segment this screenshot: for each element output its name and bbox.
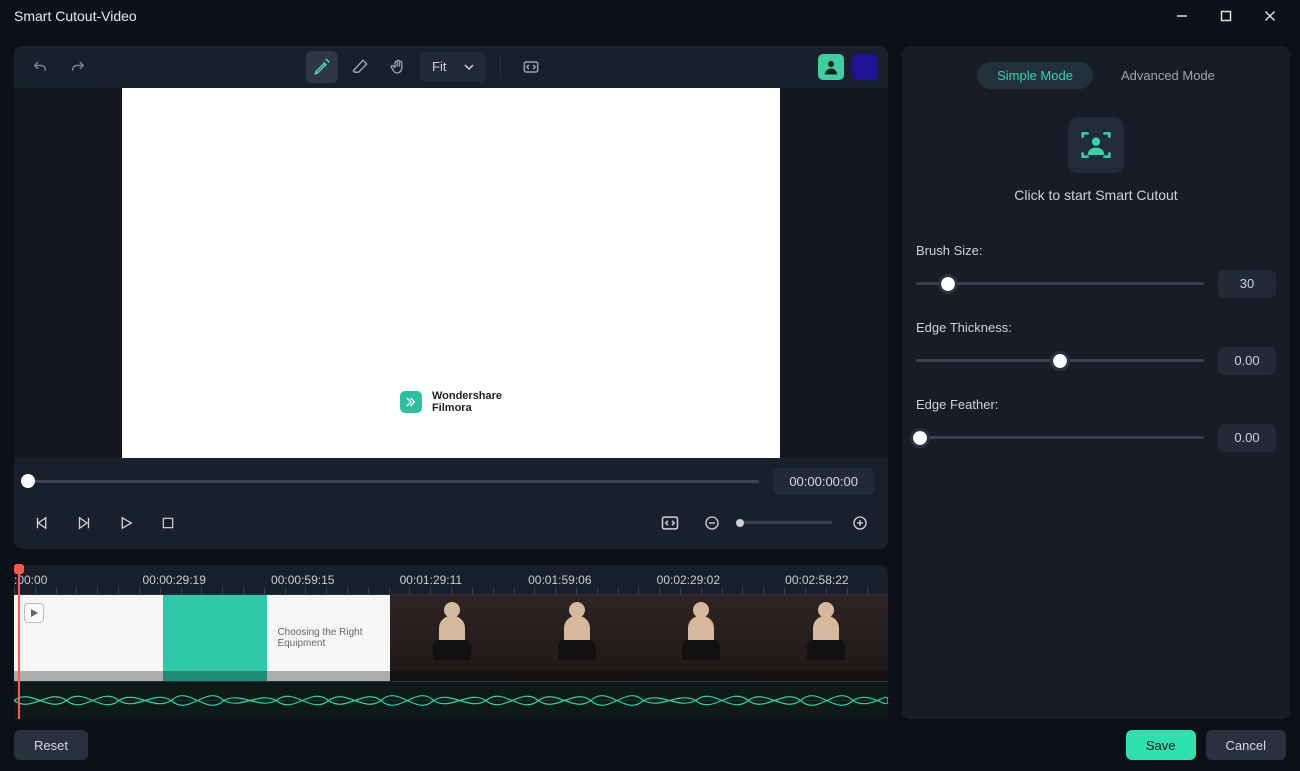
window-controls [1160, 1, 1292, 31]
maximize-button[interactable] [1204, 1, 1248, 31]
zoom-label: Fit [432, 59, 446, 74]
step-fwd-button[interactable] [70, 509, 98, 537]
foreground-swatch[interactable] [818, 54, 844, 80]
watermark: Wondershare Filmora [400, 390, 502, 414]
minimize-button[interactable] [1160, 1, 1204, 31]
title-bar: Smart Cutout-Video [0, 0, 1300, 32]
timeline-ruler[interactable]: :00:0000:00:29:1900:00:59:1500:01:29:110… [14, 565, 888, 595]
compare-button[interactable] [515, 51, 547, 83]
zoom-out-button[interactable] [698, 509, 726, 537]
clip-caption: Choosing the Right Equipment [277, 627, 389, 649]
preview-canvas: Wondershare Filmora [122, 88, 780, 458]
brush-size-group: Brush Size: 30 [916, 243, 1276, 298]
save-button[interactable]: Save [1126, 730, 1196, 760]
ruler-mark: 00:01:29:11 [400, 573, 463, 587]
wondershare-logo-icon [400, 391, 422, 413]
mask-swatches [818, 54, 878, 80]
left-panel: Fit W [14, 46, 888, 719]
right-panel: Simple Mode Advanced Mode Click to start… [902, 46, 1290, 719]
edge-feather-thumb[interactable] [913, 431, 927, 445]
smart-cutout-start-label: Click to start Smart Cutout [1014, 187, 1177, 203]
person-icon [822, 58, 840, 76]
edge-thickness-slider[interactable] [916, 359, 1204, 362]
timeline-tracks: Choosing the Right Equipment [14, 595, 888, 720]
edge-thickness-label: Edge Thickness: [916, 320, 1276, 335]
main-area: Fit W [0, 32, 1300, 719]
ruler-mark: 00:00:59:15 [271, 573, 334, 587]
close-button[interactable] [1248, 1, 1292, 31]
waveform [14, 682, 888, 719]
audio-track[interactable] [14, 681, 888, 719]
smart-cutout-start: Click to start Smart Cutout [916, 117, 1276, 203]
zoom-slider-thumb[interactable] [736, 519, 744, 527]
dialog-footer: Reset Save Cancel [0, 719, 1300, 771]
edge-feather-group: Edge Feather: 0.00 [916, 397, 1276, 452]
preview-area[interactable]: Wondershare Filmora [14, 88, 888, 458]
window-title: Smart Cutout-Video [14, 8, 137, 24]
brush-tool-button[interactable] [306, 51, 338, 83]
ruler-mark: 00:01:59:06 [528, 573, 591, 587]
chevron-down-icon [464, 62, 474, 72]
brush-size-value[interactable]: 30 [1218, 270, 1276, 298]
zoom-select[interactable]: Fit [420, 52, 486, 82]
edge-feather-slider[interactable] [916, 436, 1204, 439]
edge-thickness-thumb[interactable] [1053, 354, 1067, 368]
pan-tool-button[interactable] [382, 51, 414, 83]
prev-frame-button[interactable] [28, 509, 56, 537]
advanced-mode-tab[interactable]: Advanced Mode [1121, 68, 1215, 83]
video-track[interactable]: Choosing the Right Equipment [14, 595, 888, 682]
seek-slider[interactable] [28, 480, 759, 483]
watermark-line1: Wondershare [432, 390, 502, 402]
edge-thickness-group: Edge Thickness: 0.00 [916, 320, 1276, 375]
watermark-line2: Filmora [432, 402, 502, 414]
play-button[interactable] [112, 509, 140, 537]
edge-feather-value[interactable]: 0.00 [1218, 424, 1276, 452]
cancel-button[interactable]: Cancel [1206, 730, 1286, 760]
brush-size-thumb[interactable] [941, 277, 955, 291]
cutout-person-icon [1076, 125, 1116, 165]
eraser-tool-button[interactable] [344, 51, 376, 83]
zoom-in-button[interactable] [846, 509, 874, 537]
ruler-mark: 00:02:58:22 [785, 573, 848, 587]
ruler-mark: 00:00:29:19 [143, 573, 206, 587]
mode-tabs: Simple Mode Advanced Mode [916, 62, 1276, 89]
smart-cutout-start-button[interactable] [1068, 117, 1124, 173]
clip-preview-button[interactable] [24, 603, 44, 623]
fit-screen-button[interactable] [656, 509, 684, 537]
stop-button[interactable] [154, 509, 182, 537]
toolbar-separator [500, 56, 501, 78]
brush-size-slider[interactable] [916, 282, 1204, 285]
edge-feather-label: Edge Feather: [916, 397, 1276, 412]
undo-button[interactable] [24, 51, 56, 83]
zoom-slider[interactable] [740, 521, 832, 524]
transport-bar: 00:00:00:00 [14, 458, 888, 549]
edge-thickness-value[interactable]: 0.00 [1218, 347, 1276, 375]
timecode-display: 00:00:00:00 [773, 468, 874, 495]
ruler-mark: 00:02:29:02 [657, 573, 720, 587]
timeline: :00:0000:00:29:1900:00:59:1500:01:29:110… [14, 565, 888, 720]
playhead[interactable] [18, 565, 20, 720]
preview-toolbar: Fit [14, 46, 888, 88]
reset-button[interactable]: Reset [14, 730, 88, 760]
simple-mode-tab[interactable]: Simple Mode [977, 62, 1093, 89]
redo-button[interactable] [62, 51, 94, 83]
background-swatch[interactable] [852, 54, 878, 80]
brush-size-label: Brush Size: [916, 243, 1276, 258]
seek-thumb[interactable] [21, 474, 35, 488]
